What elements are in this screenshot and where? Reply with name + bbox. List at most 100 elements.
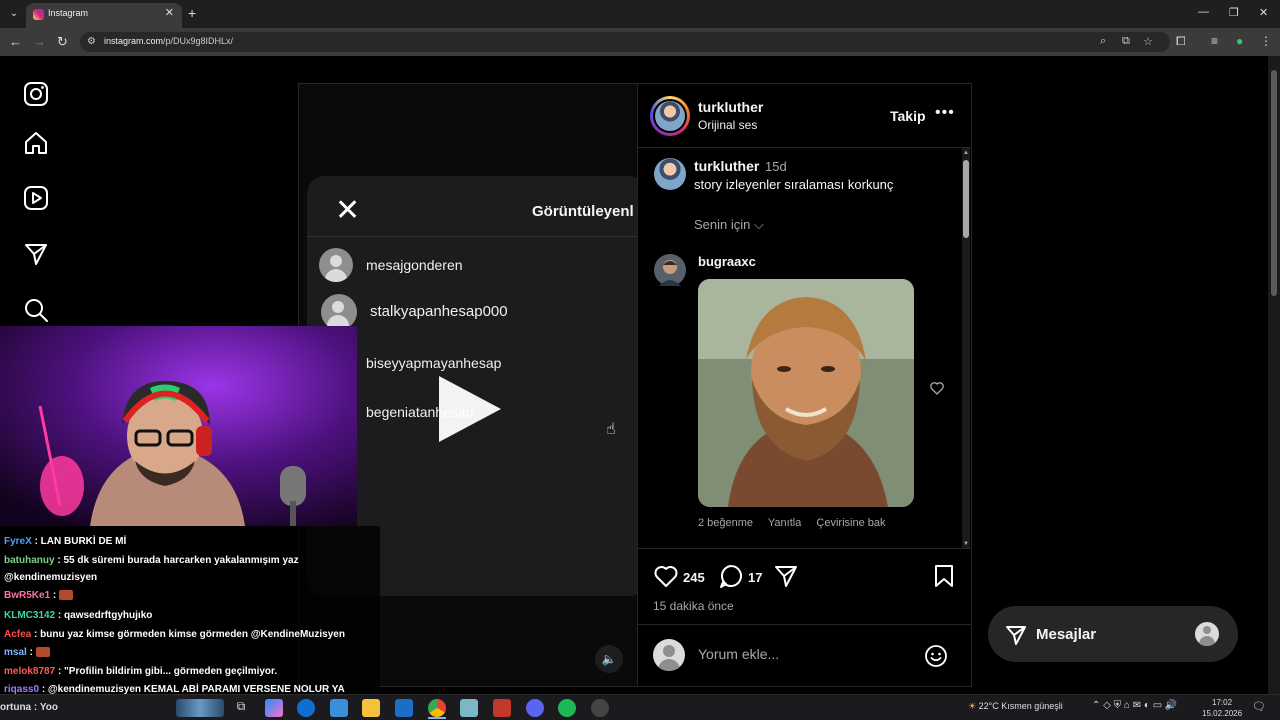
- avatar[interactable]: [654, 254, 686, 286]
- play-icon[interactable]: [439, 376, 501, 442]
- taskbar-clock[interactable]: 17:02 15.02.2026: [1202, 697, 1242, 719]
- notes-app-icon[interactable]: [460, 699, 478, 717]
- comment-author[interactable]: bugraaxc: [698, 254, 756, 269]
- viewer-name: mesajgonderen: [366, 257, 463, 273]
- browser-tabbar: ⌄ Instagram ✕ + — ❐ ✕: [0, 0, 1280, 28]
- scrollbar-thumb[interactable]: [1271, 70, 1277, 296]
- comment-sort-button[interactable]: Senin için ⌵: [694, 217, 764, 233]
- minimize-icon[interactable]: —: [1198, 6, 1209, 18]
- volume-icon[interactable]: 🔈: [595, 645, 623, 673]
- chat-message: msal :: [4, 647, 50, 658]
- emoji-icon[interactable]: [924, 644, 948, 668]
- reply-button[interactable]: Yanıtla: [768, 517, 801, 529]
- avatar[interactable]: [654, 158, 686, 190]
- url-text: instagram.com/p/DUx9g8IDHLx/: [104, 36, 234, 46]
- share-icon[interactable]: [773, 563, 799, 589]
- home-icon[interactable]: [22, 129, 50, 157]
- page-scrollbar[interactable]: [1268, 56, 1280, 694]
- tab-title: Instagram: [48, 8, 89, 18]
- zoom-icon[interactable]: ⌕: [1100, 35, 1106, 48]
- comment-icon[interactable]: [718, 563, 744, 589]
- viewer-name: biseyyapmayanhesap: [366, 355, 502, 371]
- search-icon[interactable]: [22, 296, 50, 324]
- forward-icon[interactable]: →: [33, 34, 46, 49]
- avatar: [319, 248, 353, 282]
- file-explorer-icon[interactable]: [362, 699, 380, 717]
- mouse-cursor-icon: ☝: [606, 421, 616, 438]
- maximize-icon[interactable]: ❐: [1229, 6, 1239, 19]
- tab-close-icon[interactable]: ✕: [165, 6, 174, 19]
- chat-message: FyreX : LAN BURKİ DE Mİ: [4, 536, 127, 547]
- chat-message: batuhanuy : 55 dk süremi burada harcarke…: [4, 555, 299, 566]
- caption-author[interactable]: turkluther: [694, 158, 759, 174]
- weather-widget[interactable]: ☀ 22°C Kısmen güneşli: [968, 701, 1063, 712]
- chrome-icon[interactable]: [428, 699, 446, 717]
- messages-button[interactable]: Mesajlar: [988, 606, 1238, 662]
- translate-button[interactable]: Çevirisine bak: [816, 517, 885, 529]
- messages-label: Mesajlar: [1036, 626, 1097, 643]
- media-control-icon[interactable]: ≡: [1211, 34, 1218, 48]
- extensions-icon[interactable]: ⧠: [1176, 34, 1186, 49]
- store-icon[interactable]: [330, 699, 348, 717]
- copilot-icon[interactable]: [265, 699, 283, 717]
- emote-icon: [59, 590, 74, 601]
- windows-taskbar: ortuna : Yoo ⧉ ☀ 22°C Kısmen güneşli ⌃ ◇…: [0, 694, 1280, 720]
- follow-button[interactable]: Takip: [890, 108, 926, 124]
- spotify-icon[interactable]: [558, 699, 576, 717]
- comment-input[interactable]: [698, 646, 898, 662]
- post-dialog: ✕ Görüntüleyenl mesajgonderen stalkyapan…: [298, 83, 972, 687]
- system-tray[interactable]: ⌃ ◇ ⛨ ⌂ ✉ ◐ ▭ 🔊: [1092, 700, 1177, 711]
- clock-date: 15.02.2026: [1202, 709, 1243, 718]
- tab-search-icon[interactable]: ⌄: [6, 6, 22, 22]
- post-actions: 245 17 15 dakika önce: [638, 548, 972, 624]
- viewer-name: stalkyapanhesap000: [370, 303, 508, 320]
- comment-likes[interactable]: 2 beğenme: [698, 517, 753, 529]
- comments-scrollbar[interactable]: ▲ ▼: [962, 148, 970, 548]
- like-count[interactable]: 245: [683, 570, 705, 585]
- notification-icon[interactable]: 🗨: [1252, 700, 1266, 713]
- comment-like-icon[interactable]: [929, 380, 945, 396]
- new-tab-icon[interactable]: +: [188, 5, 196, 21]
- instagram-logo-icon[interactable]: [22, 80, 50, 108]
- more-options-icon[interactable]: •••: [935, 104, 955, 122]
- post-sidebar: turkluther Orijinal ses Takip ••• turklu…: [637, 84, 972, 686]
- task-view-icon[interactable]: ⧉: [232, 699, 250, 717]
- post-header: turkluther Orijinal ses Takip •••: [638, 84, 972, 148]
- reload-icon[interactable]: ↻: [57, 34, 68, 50]
- address-bar[interactable]: ⚙ instagram.com/p/DUx9g8IDHLx/ ⌕ ⧉ ☆: [80, 32, 1170, 52]
- video-app-icon[interactable]: [493, 699, 511, 717]
- like-icon[interactable]: [653, 563, 679, 589]
- weather-icon: ☀: [968, 701, 977, 711]
- obs-icon[interactable]: [591, 699, 609, 717]
- divider: [307, 236, 637, 237]
- mail-icon[interactable]: [395, 699, 413, 717]
- back-icon[interactable]: ←: [9, 34, 22, 49]
- discord-icon[interactable]: [526, 699, 544, 717]
- direct-message-icon[interactable]: [22, 240, 50, 268]
- browser-menu-icon[interactable]: ⋮: [1260, 34, 1272, 48]
- edge-icon[interactable]: [297, 699, 315, 717]
- story-ring[interactable]: [650, 96, 690, 136]
- clock-time: 17:02: [1212, 698, 1233, 707]
- profile-icon[interactable]: ●: [1236, 34, 1243, 48]
- chat-message: Acfea : bunu yaz kimse görmeden kimse gö…: [4, 629, 345, 640]
- browser-tab[interactable]: Instagram ✕: [26, 3, 182, 28]
- close-icon: ✕: [335, 194, 361, 227]
- install-app-icon[interactable]: ⧉: [1122, 35, 1130, 48]
- caption-time: 15d: [765, 159, 787, 174]
- window-close-icon[interactable]: ✕: [1259, 6, 1268, 19]
- search-highlight-image[interactable]: [176, 699, 224, 717]
- comment-count: 17: [748, 570, 763, 585]
- avatar: [653, 639, 685, 671]
- taskbar-search-box[interactable]: ortuna : Yoo: [0, 702, 58, 713]
- sort-label: Senin için: [694, 217, 751, 232]
- chevron-down-icon: ⌵: [754, 217, 764, 232]
- site-info-icon[interactable]: ⚙: [87, 36, 96, 47]
- reels-icon[interactable]: [22, 184, 50, 212]
- avatar: [1195, 622, 1219, 646]
- avatar: [321, 294, 357, 330]
- post-author[interactable]: turkluther: [698, 99, 763, 115]
- save-bookmark-icon[interactable]: [931, 563, 957, 589]
- bookmark-star-icon[interactable]: ☆: [1143, 35, 1153, 48]
- audio-link[interactable]: Orijinal ses: [698, 118, 757, 132]
